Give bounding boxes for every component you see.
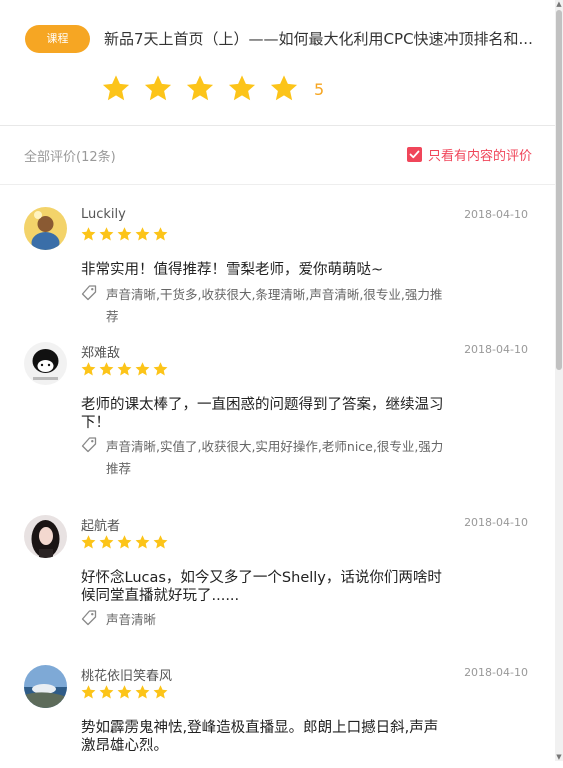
review-tags: 声音清晰,实值了,收获很大,实用好操作,老师nice,很专业,强力推荐 — [80, 436, 451, 480]
review-page: 课程 新品7天上首页（上）——如何最大化利用CPC快速冲顶排名和... 5 全部… — [0, 0, 555, 761]
star-icon — [228, 75, 256, 101]
star-icon — [81, 362, 96, 376]
star-icon — [153, 685, 168, 699]
star-icon — [102, 75, 130, 101]
review-username[interactable]: Luckily — [81, 207, 126, 222]
star-icon — [81, 535, 96, 549]
review-tags-text: 声音清晰 — [106, 612, 157, 627]
review-item: 桃花依旧笑春风 2018-04-10 势如霹雳鬼神怯,登峰造极直播显。郎朗上口撼… — [0, 648, 555, 768]
review-date: 2018-04-10 — [464, 343, 528, 356]
course-header: 课程 新品7天上首页（上）——如何最大化利用CPC快速冲顶排名和... 5 — [0, 0, 555, 126]
review-item: Luckily 2018-04-10 非常实用！值得推荐！雪梨老师，爱你萌萌哒~… — [0, 190, 555, 324]
review-stars — [80, 226, 170, 243]
star-icon — [135, 685, 150, 699]
review-tags: 声音清晰 — [80, 609, 451, 631]
scrollbar[interactable]: ▲ ▼ — [555, 0, 563, 761]
review-username[interactable]: 起航者 — [81, 515, 120, 534]
star-icon — [153, 227, 168, 241]
only-content-checkbox[interactable] — [406, 147, 422, 162]
course-rating: 5 — [100, 72, 324, 106]
review-tags: 声音清晰,干货多,收获很大,条理清晰,声音清晰,很专业,强力推荐 — [80, 284, 451, 328]
review-username[interactable]: 郑难敌 — [81, 342, 120, 361]
star-icon — [117, 535, 132, 549]
star-icon — [117, 227, 132, 241]
star-icon — [135, 535, 150, 549]
star-icon — [186, 75, 214, 101]
tag-icon — [81, 285, 97, 301]
review-stars — [80, 361, 170, 378]
star-icon — [117, 685, 132, 699]
review-date: 2018-04-10 — [464, 516, 528, 529]
avatar[interactable] — [24, 515, 67, 558]
review-tags-text: 声音清晰,实值了,收获很大,实用好操作,老师nice,很专业,强力推荐 — [106, 439, 444, 476]
star-icon — [270, 75, 298, 101]
star-icon — [81, 227, 96, 241]
check-icon — [409, 150, 420, 159]
course-title[interactable]: 新品7天上首页（上）——如何最大化利用CPC快速冲顶排名和... — [104, 28, 534, 50]
review-item: 郑难敌 2018-04-10 老师的课太棒了，一直困惑的问题得到了答案，继续温习… — [0, 325, 555, 495]
star-icon — [81, 685, 96, 699]
star-icon — [99, 362, 114, 376]
scroll-up-icon[interactable]: ▲ — [555, 0, 563, 8]
star-icon — [99, 685, 114, 699]
review-username[interactable]: 桃花依旧笑春风 — [81, 665, 172, 684]
all-reviews-count: 全部评价(12条) — [24, 150, 116, 165]
review-item: 起航者 2018-04-10 好怀念Lucas，如今又多了一个Shelly，话说… — [0, 498, 555, 648]
star-icon — [135, 362, 150, 376]
avatar[interactable] — [24, 342, 67, 385]
scrollbar-thumb[interactable] — [556, 10, 562, 370]
only-content-filter[interactable]: 只看有内容的评价 — [406, 145, 532, 164]
star-icon — [135, 227, 150, 241]
review-date: 2018-04-10 — [464, 208, 528, 221]
review-tags-text: 声音清晰,干货多,收获很大,条理清晰,声音清晰,很专业,强力推荐 — [106, 287, 443, 324]
review-content: 势如霹雳鬼神怯,登峰造极直播显。郎朗上口撼日斜,声声激昂雄心烈。 — [81, 720, 439, 754]
review-content: 非常实用！值得推荐！雪梨老师，爱你萌萌哒~ — [81, 262, 384, 278]
star-icon — [153, 535, 168, 549]
filter-bar: 全部评价(12条) 只看有内容的评价 — [0, 126, 555, 185]
review-content: 好怀念Lucas，如今又多了一个Shelly，话说你们两啥时候同堂直播就好玩了.… — [81, 570, 442, 604]
tag-icon — [81, 610, 97, 626]
avatar[interactable] — [24, 207, 67, 250]
review-content: 老师的课太棒了，一直困惑的问题得到了答案，继续温习下！ — [81, 397, 444, 431]
course-badge: 课程 — [25, 25, 90, 53]
star-icon — [99, 227, 114, 241]
review-stars — [80, 534, 170, 551]
scroll-down-icon[interactable]: ▼ — [555, 753, 563, 761]
rating-score: 5 — [314, 79, 325, 99]
star-icon — [117, 362, 132, 376]
review-date: 2018-04-10 — [464, 666, 528, 679]
star-icon — [153, 362, 168, 376]
only-content-label: 只看有内容的评价 — [427, 149, 532, 164]
star-icon — [99, 535, 114, 549]
tag-icon — [81, 437, 97, 453]
star-icon — [144, 75, 172, 101]
review-stars — [80, 684, 170, 701]
avatar[interactable] — [24, 665, 67, 708]
